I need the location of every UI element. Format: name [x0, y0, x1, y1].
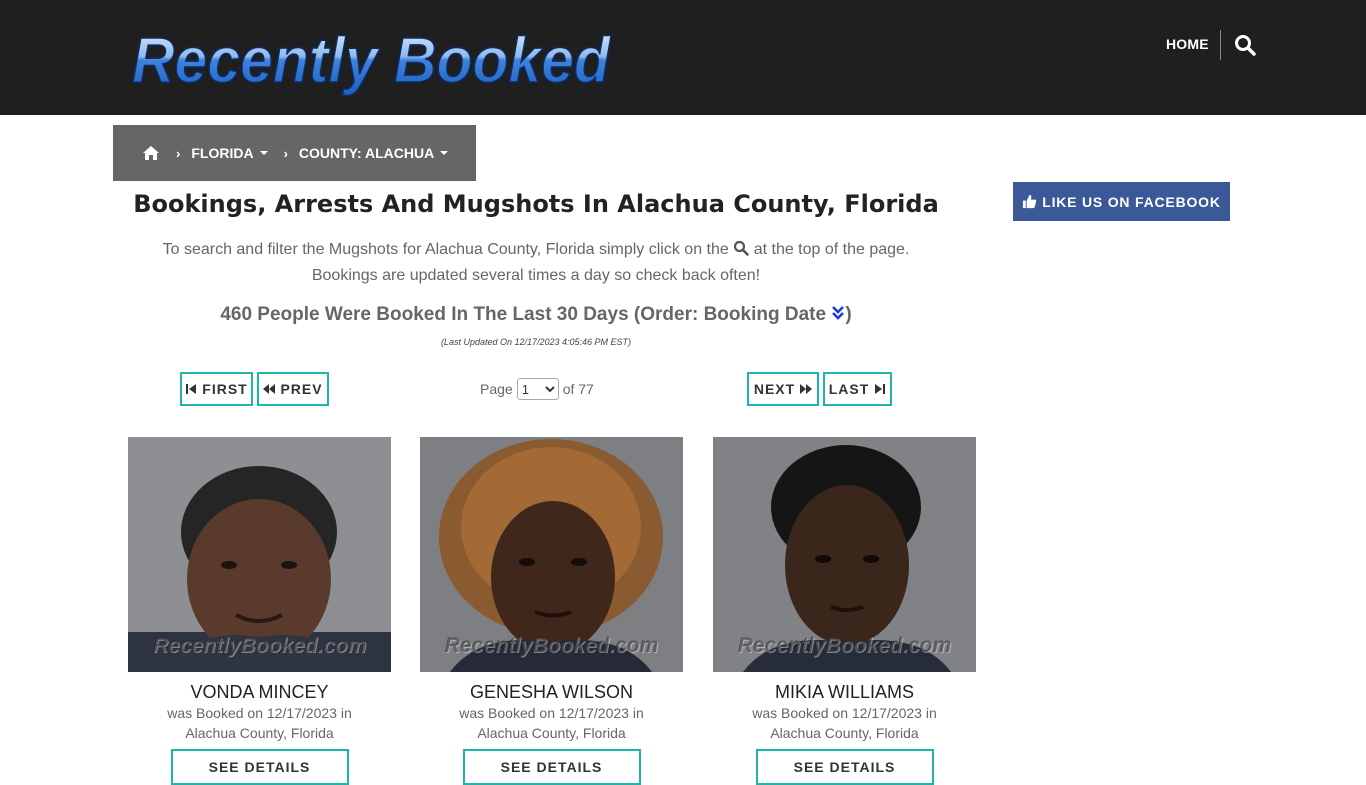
last-page-label: LAST — [828, 381, 870, 397]
home-icon[interactable] — [142, 145, 160, 161]
facebook-like-button[interactable]: LIKE US ON FACEBOOK — [1013, 182, 1230, 221]
site-header: Recently Booked HOME — [0, 0, 1366, 115]
booking-info-line2: Alachua County, Florida — [185, 725, 334, 741]
page-selector: Page 1 of 77 — [480, 377, 594, 401]
nav-divider — [1220, 30, 1221, 60]
search-icon — [734, 240, 750, 256]
prev-page-button[interactable]: PREV — [257, 372, 329, 406]
forward-icon — [800, 384, 813, 394]
last-page-button[interactable]: LAST — [823, 372, 892, 406]
thumbs-up-icon — [1023, 194, 1037, 209]
booking-info-line1: was Booked on 12/17/2023 in — [459, 705, 644, 721]
prev-page-label: PREV — [280, 381, 323, 397]
breadcrumb: › FLORIDA › COUNTY: ALACHUA — [113, 125, 476, 181]
search-icon[interactable] — [1233, 33, 1257, 57]
intro-text: To search and filter the Mugshots for Al… — [113, 237, 959, 289]
booking-info-line2: Alachua County, Florida — [477, 725, 626, 741]
breadcrumb-state-label: FLORIDA — [191, 145, 254, 161]
breadcrumb-county-dropdown[interactable]: COUNTY: ALACHUA — [298, 145, 449, 161]
booking-count-heading: 460 People Were Booked In The Last 30 Da… — [113, 304, 959, 326]
svg-text:Recently Booked: Recently Booked — [132, 24, 612, 96]
first-page-button[interactable]: FIRST — [180, 372, 253, 406]
last-updated: (Last Updated On 12/17/2023 4:05:46 PM E… — [440, 337, 632, 347]
site-logo[interactable]: Recently Booked — [126, 16, 616, 96]
intro-text-before: To search and filter the Mugshots for Al… — [162, 241, 729, 258]
see-details-button[interactable]: SEE DETAILS — [170, 749, 349, 785]
mugshot-photo[interactable]: RecentlyBooked.com — [713, 437, 976, 672]
booking-count-text: 460 People Were Booked In The Last 30 Da… — [220, 304, 827, 325]
page-select[interactable]: 1 — [516, 378, 559, 400]
photo-watermark: RecentlyBooked.com — [152, 634, 367, 657]
page-title: Bookings, Arrests And Mugshots In Alachu… — [133, 190, 939, 218]
page-label: Page — [480, 381, 513, 397]
chevron-right-icon: › — [176, 145, 181, 161]
breadcrumb-state-dropdown[interactable]: FLORIDA — [191, 145, 268, 161]
caret-down-icon — [259, 151, 268, 155]
booking-count-close: ) — [845, 304, 852, 325]
next-page-label: NEXT — [753, 381, 796, 397]
facebook-like-label: LIKE US ON FACEBOOK — [1042, 193, 1221, 210]
intro-text-after: at the top of the page. — [753, 241, 910, 258]
page-total: of 77 — [562, 381, 594, 397]
booking-info-line1: was Booked on 12/17/2023 in — [167, 705, 352, 721]
booking-info-line1: was Booked on 12/17/2023 in — [752, 705, 937, 721]
breadcrumb-county-label: COUNTY: ALACHUA — [298, 145, 435, 161]
inmate-name[interactable]: MIKIA WILLIAMS — [713, 682, 976, 703]
see-details-button[interactable]: SEE DETAILS — [462, 749, 641, 785]
next-page-button[interactable]: NEXT — [747, 372, 819, 406]
photo-watermark: RecentlyBooked.com — [444, 634, 659, 657]
inmate-name[interactable]: GENESHA WILSON — [420, 682, 683, 703]
see-details-button[interactable]: SEE DETAILS — [755, 749, 934, 785]
photo-watermark: RecentlyBooked.com — [737, 634, 952, 657]
step-forward-icon — [875, 384, 886, 394]
inmate-card: RecentlyBooked.com VONDA MINCEY was Book… — [128, 437, 391, 785]
inmate-name[interactable]: VONDA MINCEY — [128, 682, 391, 703]
inmate-card: RecentlyBooked.com GENESHA WILSON was Bo… — [420, 437, 683, 785]
caret-down-icon — [440, 151, 449, 155]
booking-info-line2: Alachua County, Florida — [770, 725, 919, 741]
mugshot-photo[interactable]: RecentlyBooked.com — [128, 437, 391, 672]
mugshot-photo[interactable]: RecentlyBooked.com — [420, 437, 683, 672]
nav-home-link[interactable]: HOME — [1166, 36, 1209, 52]
backward-icon — [263, 384, 276, 394]
intro-text-line2: Bookings are updated several times a day… — [311, 267, 761, 284]
chevron-right-icon: › — [283, 145, 288, 161]
inmate-card: RecentlyBooked.com MIKIA WILLIAMS was Bo… — [713, 437, 976, 785]
first-page-label: FIRST — [202, 381, 248, 397]
step-backward-icon — [186, 384, 197, 394]
double-chevron-down-icon[interactable] — [831, 305, 845, 321]
